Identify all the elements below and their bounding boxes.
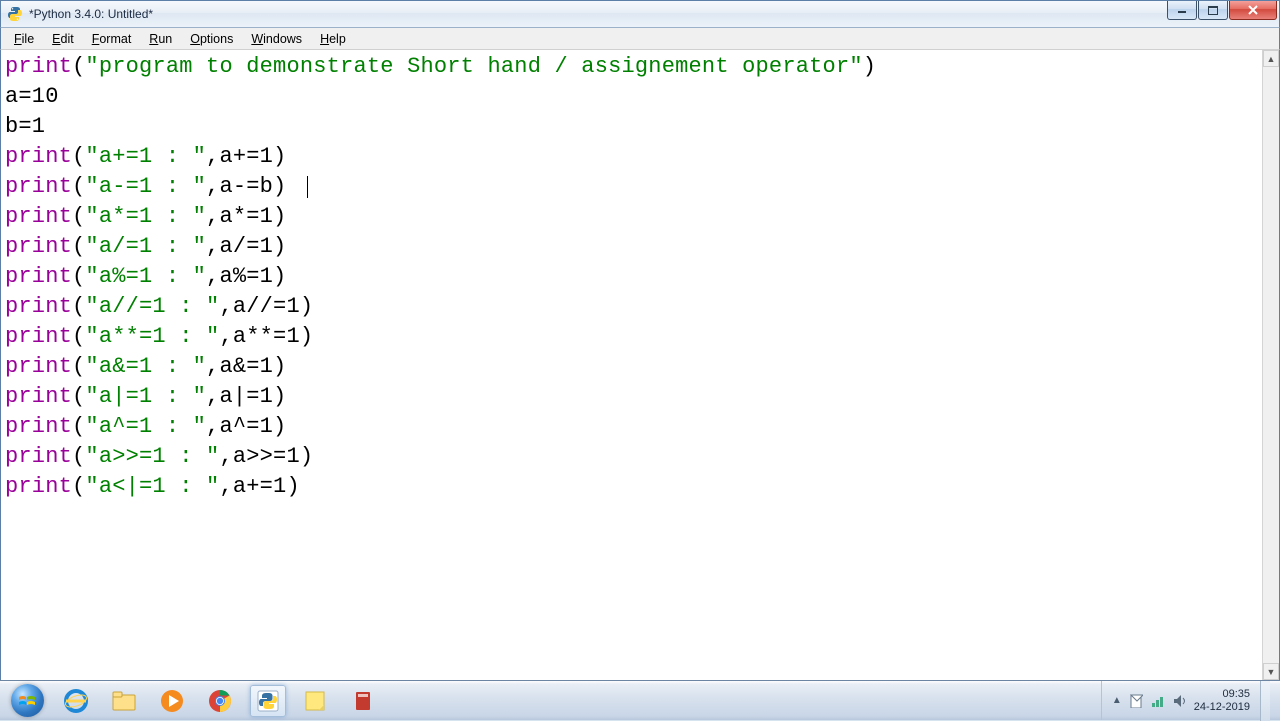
taskbar-sticky-notes[interactable] bbox=[298, 685, 334, 717]
tray-overflow-arrow[interactable]: ▲ bbox=[1112, 695, 1122, 706]
editor-area[interactable]: print("program to demonstrate Short hand… bbox=[0, 50, 1280, 680]
titlebar: *Python 3.4.0: Untitled* bbox=[0, 0, 1280, 28]
taskbar-ie[interactable] bbox=[58, 685, 94, 717]
taskbar-app[interactable] bbox=[346, 685, 382, 717]
text-caret bbox=[307, 176, 308, 198]
window-controls bbox=[1166, 1, 1277, 27]
close-button[interactable] bbox=[1229, 1, 1277, 20]
menu-options[interactable]: Options bbox=[181, 30, 242, 48]
taskbar: ▲ 09:35 24-12-2019 bbox=[0, 680, 1280, 720]
scroll-track[interactable] bbox=[1263, 67, 1279, 663]
tray-clock[interactable]: 09:35 24-12-2019 bbox=[1194, 688, 1250, 714]
show-desktop-button[interactable] bbox=[1260, 681, 1270, 721]
taskbar-wmp[interactable] bbox=[154, 685, 190, 717]
scroll-up-arrow[interactable]: ▲ bbox=[1263, 50, 1279, 67]
taskbar-chrome[interactable] bbox=[202, 685, 238, 717]
system-tray: ▲ 09:35 24-12-2019 bbox=[1101, 681, 1276, 720]
menu-format[interactable]: Format bbox=[83, 30, 141, 48]
code-text[interactable]: print("program to demonstrate Short hand… bbox=[1, 50, 1279, 504]
start-button[interactable] bbox=[4, 681, 50, 721]
tray-volume-icon[interactable] bbox=[1172, 693, 1188, 709]
minimize-button[interactable] bbox=[1167, 1, 1197, 20]
menubar: File Edit Format Run Options Windows Hel… bbox=[0, 28, 1280, 50]
maximize-button[interactable] bbox=[1198, 1, 1228, 20]
taskbar-explorer[interactable] bbox=[106, 685, 142, 717]
taskbar-items bbox=[58, 685, 1101, 717]
python-app-icon bbox=[7, 6, 23, 22]
window-title: *Python 3.4.0: Untitled* bbox=[29, 7, 1166, 21]
menu-edit[interactable]: Edit bbox=[43, 30, 83, 48]
tray-action-center-icon[interactable] bbox=[1128, 693, 1144, 709]
windows-logo-icon bbox=[18, 692, 36, 710]
menu-run[interactable]: Run bbox=[140, 30, 181, 48]
scroll-down-arrow[interactable]: ▼ bbox=[1263, 663, 1279, 680]
menu-help[interactable]: Help bbox=[311, 30, 355, 48]
menu-windows[interactable]: Windows bbox=[242, 30, 311, 48]
clock-time: 09:35 bbox=[1194, 688, 1250, 701]
taskbar-python-idle[interactable] bbox=[250, 685, 286, 717]
menu-file[interactable]: File bbox=[5, 30, 43, 48]
tray-network-icon[interactable] bbox=[1150, 693, 1166, 709]
clock-date: 24-12-2019 bbox=[1194, 701, 1250, 714]
vertical-scrollbar[interactable]: ▲ ▼ bbox=[1262, 50, 1279, 680]
